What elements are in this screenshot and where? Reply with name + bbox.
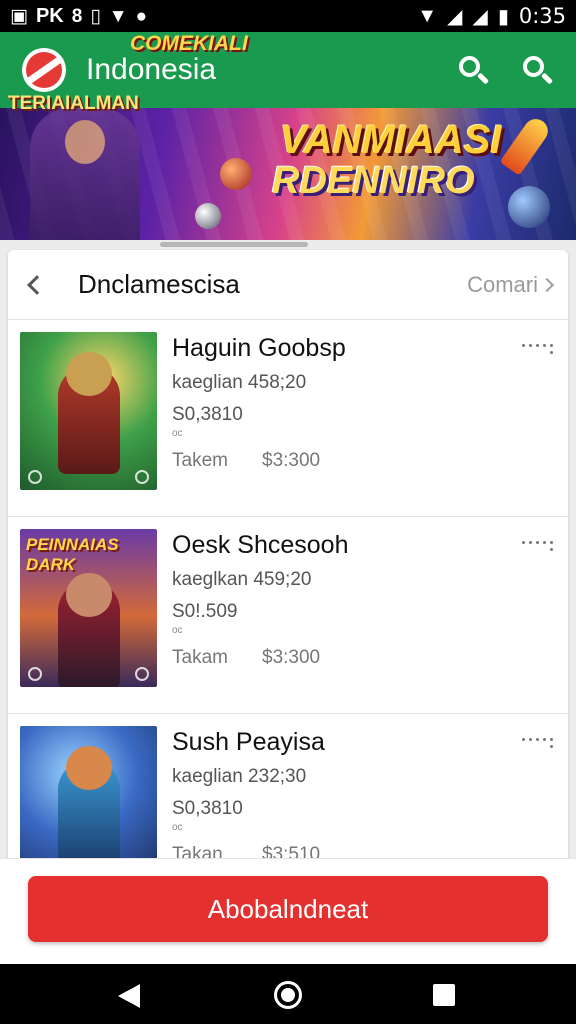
back-icon[interactable]	[118, 984, 140, 1008]
banner-small-text: COMEKIALI	[130, 32, 248, 55]
wifi-icon: ▼	[417, 4, 438, 27]
more-options-icon[interactable]	[522, 340, 554, 356]
system-nav-bar	[0, 964, 576, 1024]
game-list-card: Dnclamescisa Comari Haguin Goobsp kaegli…	[8, 250, 568, 860]
game-meta: kaeglian 232;30	[172, 766, 307, 787]
primary-action-button[interactable]: Abobalndneat	[28, 876, 548, 942]
game-thumbnail	[20, 726, 157, 860]
status-left-text: PK	[35, 4, 64, 27]
home-icon[interactable]	[274, 981, 302, 1009]
back-chevron-icon[interactable]	[27, 274, 47, 295]
status-time: 0:35	[518, 4, 566, 28]
thumb-title: PEINNAIAS DARK	[26, 535, 119, 574]
game-name: Haguin Goobsp	[172, 334, 346, 362]
game-taken-label: Takem	[172, 450, 228, 471]
game-meta: kaeglkan 459;20	[172, 569, 312, 590]
search-icon[interactable]	[456, 53, 490, 87]
game-list-item[interactable]: Haguin Goobsp kaeglian 458;20 S0,3810 oc…	[8, 320, 568, 517]
status-bar: ▣ PK 8 ▯ ▼ ● ▼ ◢ ◢ ▮ 0:35	[0, 0, 576, 32]
game-price: S0!.509	[172, 601, 238, 622]
game-meta: kaeglian 458;20	[172, 372, 307, 393]
banner-orb	[195, 203, 221, 229]
banner-orb	[220, 158, 252, 190]
chevron-right-icon	[539, 277, 555, 292]
game-price: S0,3810	[172, 404, 243, 425]
game-thumbnail	[20, 332, 157, 490]
banner-title-line2: RDENNIRO	[272, 160, 475, 202]
banner-title-line1: VANMIAASI	[280, 118, 502, 162]
sound-icon: ●	[135, 5, 148, 27]
sync-icon: 8	[71, 5, 83, 27]
game-total: $3:300	[262, 647, 321, 668]
game-list-item[interactable]: Sush Peayisa kaeglian 232;30 S0,3810 oc …	[8, 714, 568, 860]
wifi-icon: ▼	[108, 5, 128, 27]
card-more-link[interactable]: Comari	[467, 271, 555, 298]
game-list-item[interactable]: PEINNAIAS DARK Oesk Shcesooh kaeglkan 45…	[8, 517, 568, 714]
search-icon-2[interactable]	[520, 53, 554, 87]
game-thumbnail: PEINNAIAS DARK	[20, 529, 157, 687]
game-total: $3:300	[262, 450, 321, 471]
drag-handle[interactable]	[160, 242, 308, 247]
wifi-crossed-icon: ◢	[447, 5, 463, 28]
bottom-action-panel: Abobalndneat	[0, 858, 576, 964]
recents-icon[interactable]	[433, 984, 455, 1006]
banner-orb	[508, 186, 550, 228]
game-name: Oesk Shcesooh	[172, 531, 349, 559]
banner-hero-image	[30, 108, 140, 240]
game-tiny-label: oc	[172, 822, 183, 833]
app-logo[interactable]	[22, 48, 66, 92]
more-options-icon[interactable]	[522, 537, 554, 553]
game-price: S0,3810	[172, 798, 243, 819]
banner-left-text: TERIAIALMAN	[8, 93, 139, 114]
game-tiny-label: oc	[172, 428, 183, 439]
card-more-label: Comari	[467, 271, 538, 297]
more-options-icon[interactable]	[522, 734, 554, 750]
signal-icon: ◢	[472, 5, 488, 28]
notification-icon: ▣	[10, 5, 28, 27]
app-title: Indonesia	[86, 53, 217, 86]
card-title: Dnclamescisa	[78, 269, 240, 299]
phone-icon: ▯	[90, 5, 101, 27]
card-header: Dnclamescisa Comari	[8, 250, 568, 320]
battery-icon: ▮	[497, 5, 509, 28]
game-name: Sush Peayisa	[172, 728, 325, 756]
game-taken-label: Takam	[172, 647, 228, 668]
game-tiny-label: oc	[172, 625, 183, 636]
